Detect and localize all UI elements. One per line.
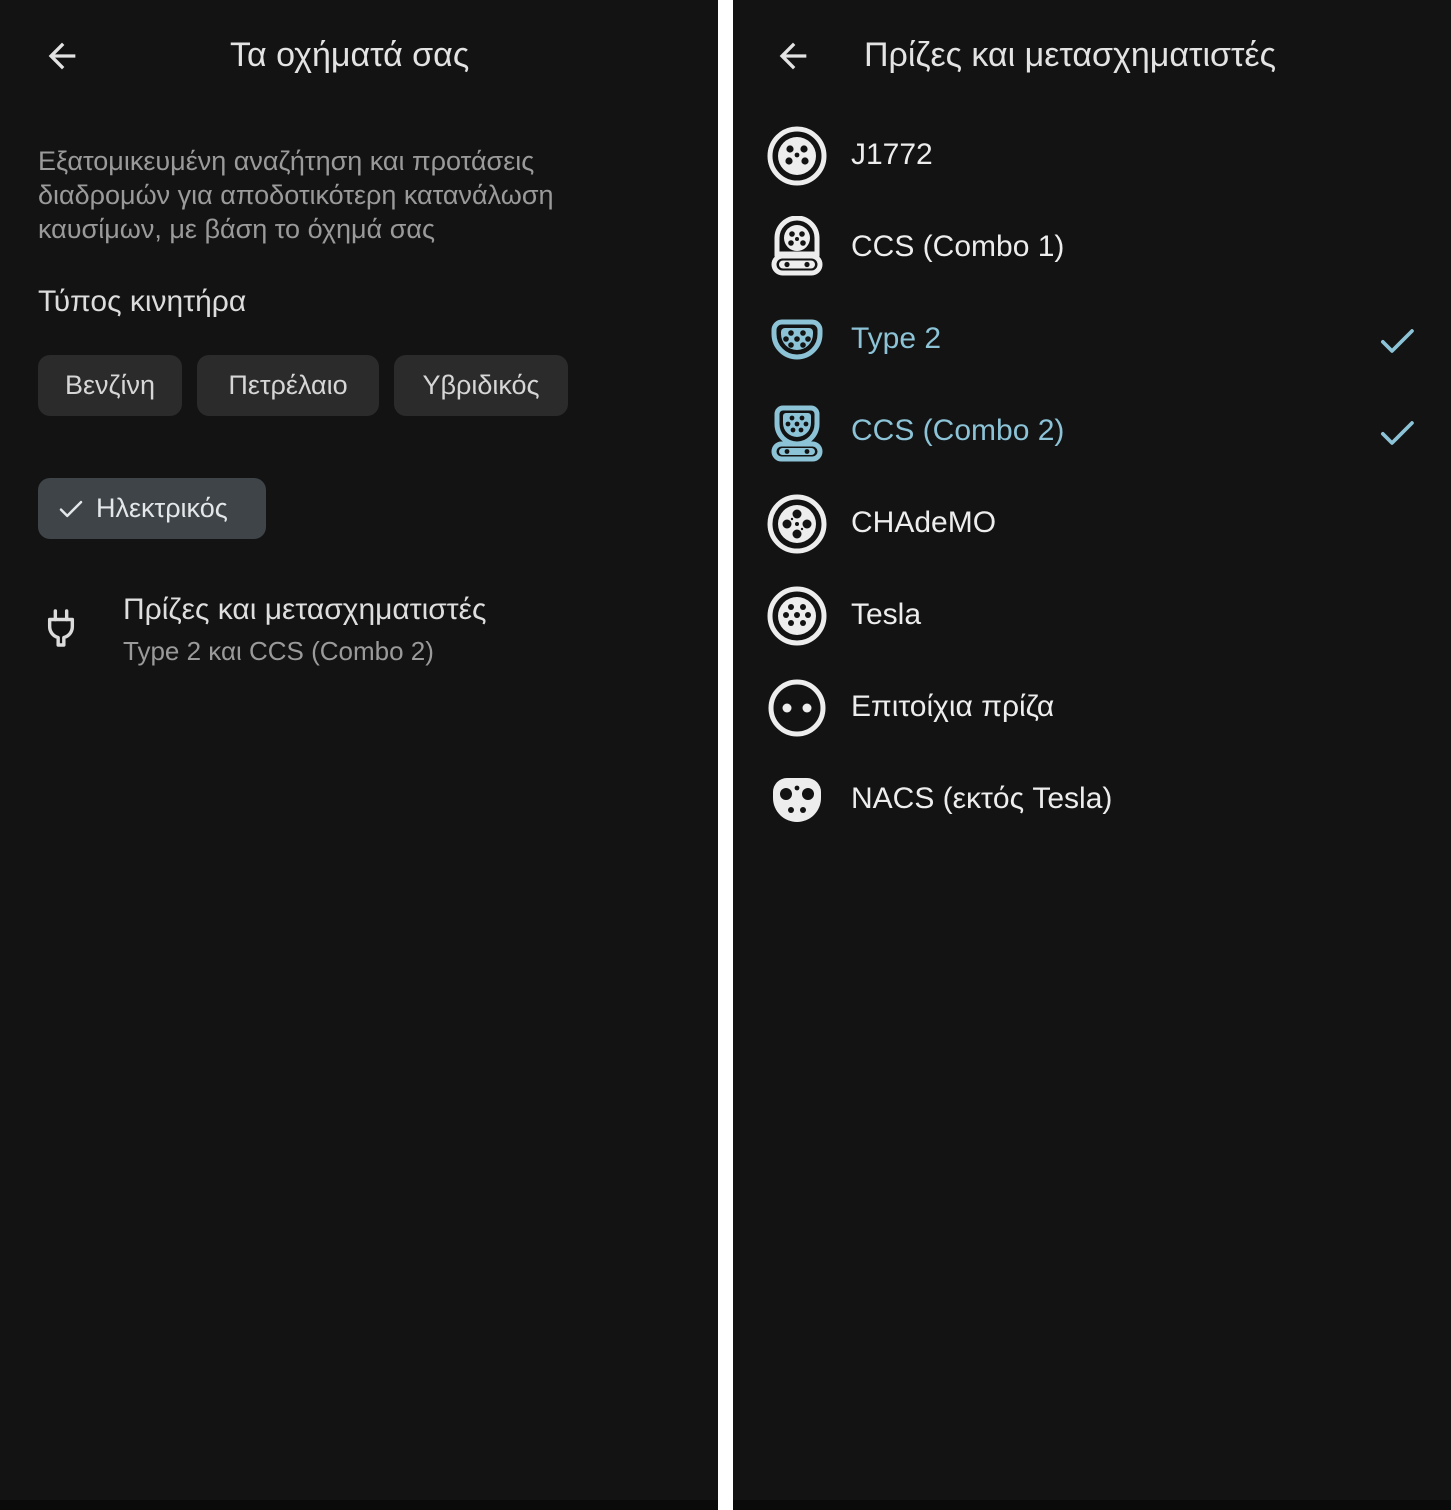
back-button[interactable]: [765, 30, 821, 82]
connector-label: J1772: [851, 138, 933, 171]
ccs-combo2-icon: [771, 405, 823, 462]
connector-label: CCS (Combo 2): [851, 414, 1065, 447]
connector-label: Tesla: [851, 598, 922, 631]
connector-label: CCS (Combo 1): [851, 230, 1065, 263]
plug-icon: [47, 609, 75, 647]
chip-petrol[interactable]: Βενζίνη: [38, 355, 182, 416]
plugs-adapters-row[interactable]: Πρίζες και μετασχηματιστές Type 2 και CC…: [38, 582, 678, 682]
connector-item-wall-outlet[interactable]: Επιτοίχια πρίζα: [733, 661, 1451, 753]
wall-outlet-icon: [768, 679, 826, 737]
back-button[interactable]: [34, 30, 90, 82]
chip-electric[interactable]: Ηλεκτρικός: [38, 478, 266, 539]
engine-type-label: Τύπος κινητήρα: [38, 285, 247, 318]
connector-label: CHAdeMO: [851, 506, 997, 539]
chip-diesel[interactable]: Πετρέλαιο: [197, 355, 379, 416]
plugs-row-title: Πρίζες και μετασχηματιστές: [123, 593, 487, 626]
connector-item-ccs-combo1[interactable]: CCS (Combo 1): [733, 201, 1451, 293]
connector-label: Επιτοίχια πρίζα: [851, 690, 1055, 723]
connector-item-tesla[interactable]: Tesla: [733, 569, 1451, 661]
connector-item-type2[interactable]: Type 2: [733, 293, 1451, 385]
bottom-edge: [733, 1500, 1451, 1510]
connector-label: NACS (εκτός Tesla): [851, 782, 1113, 815]
tesla-icon: [767, 586, 827, 646]
check-icon: [1381, 329, 1414, 353]
j1772-icon: [767, 126, 827, 186]
connector-item-nacs[interactable]: NACS (εκτός Tesla): [733, 753, 1451, 845]
nacs-icon: [773, 778, 821, 822]
plugs-row-subtitle: Type 2 και CCS (Combo 2): [123, 636, 434, 666]
type2-icon: [771, 319, 823, 360]
plugs-adapters-screen: Πρίζες και μετασχηματιστές J1772 CCS (Co…: [733, 0, 1451, 1510]
vehicles-screen: Τα οχήματά σας Εξατομικευμένη αναζήτηση …: [0, 0, 718, 1510]
page-title: Τα οχήματά σας: [230, 36, 470, 74]
connector-item-ccs-combo2[interactable]: CCS (Combo 2): [733, 385, 1451, 477]
description-text: Εξατομικευμένη αναζήτηση και προτάσεις δ…: [38, 146, 554, 244]
connector-label: Type 2: [851, 322, 942, 355]
page-title: Πρίζες και μετασχηματιστές: [864, 36, 1276, 74]
chip-label: Υβριδικός: [422, 370, 540, 400]
check-icon: [59, 500, 83, 517]
chip-label: Βενζίνη: [65, 370, 155, 400]
connector-list: J1772 CCS (Combo 1) Type 2 CCS (Combo 2)…: [733, 109, 1451, 845]
chip-label: Πετρέλαιο: [228, 370, 348, 400]
check-icon: [1381, 421, 1414, 445]
chip-hybrid[interactable]: Υβριδικός: [394, 355, 568, 416]
chademo-icon: [767, 494, 827, 554]
arrow-back-icon: [48, 42, 76, 70]
connector-item-j1772[interactable]: J1772: [733, 109, 1451, 201]
bottom-edge: [0, 1500, 718, 1510]
chip-label: Ηλεκτρικός: [96, 493, 228, 523]
ccs-combo1-icon: [771, 216, 823, 276]
connector-item-chademo[interactable]: CHAdeMO: [733, 477, 1451, 569]
arrow-back-icon: [779, 42, 807, 70]
